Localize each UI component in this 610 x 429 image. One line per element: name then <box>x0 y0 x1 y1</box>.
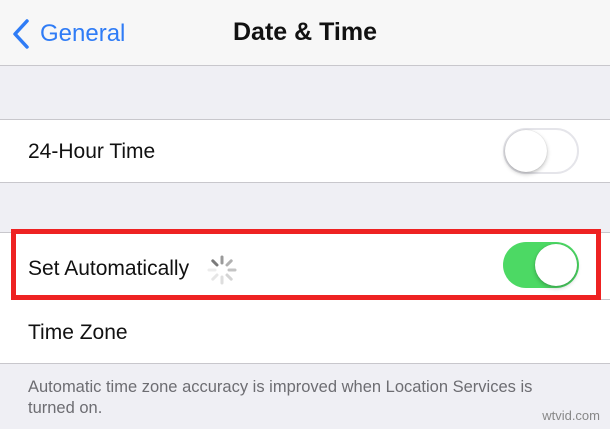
set-automatically-label: Set Automatically <box>28 257 190 280</box>
row-24-hour-time: 24-Hour Time <box>0 119 610 183</box>
footer-note: Automatic time zone accuracy is improved… <box>28 378 533 417</box>
divider <box>0 119 610 120</box>
divider <box>0 363 610 364</box>
24-hour-time-toggle[interactable] <box>503 128 579 174</box>
toggle-knob <box>535 244 577 286</box>
divider <box>0 182 610 183</box>
set-automatically-toggle[interactable] <box>503 242 579 288</box>
24-hour-time-label: 24-Hour Time <box>28 140 156 163</box>
page-title: Date & Time <box>232 18 378 46</box>
row-set-automatically: Set Automatically Time Zone <box>0 232 610 364</box>
time-zone-label[interactable]: Time Zone <box>28 321 128 345</box>
navigation-bar: General Date & Time <box>0 0 610 66</box>
watermark: wtvid.com <box>542 408 600 423</box>
loading-spinner-icon <box>207 255 237 285</box>
toggle-knob <box>505 130 547 172</box>
divider <box>28 299 610 300</box>
divider <box>0 232 610 233</box>
